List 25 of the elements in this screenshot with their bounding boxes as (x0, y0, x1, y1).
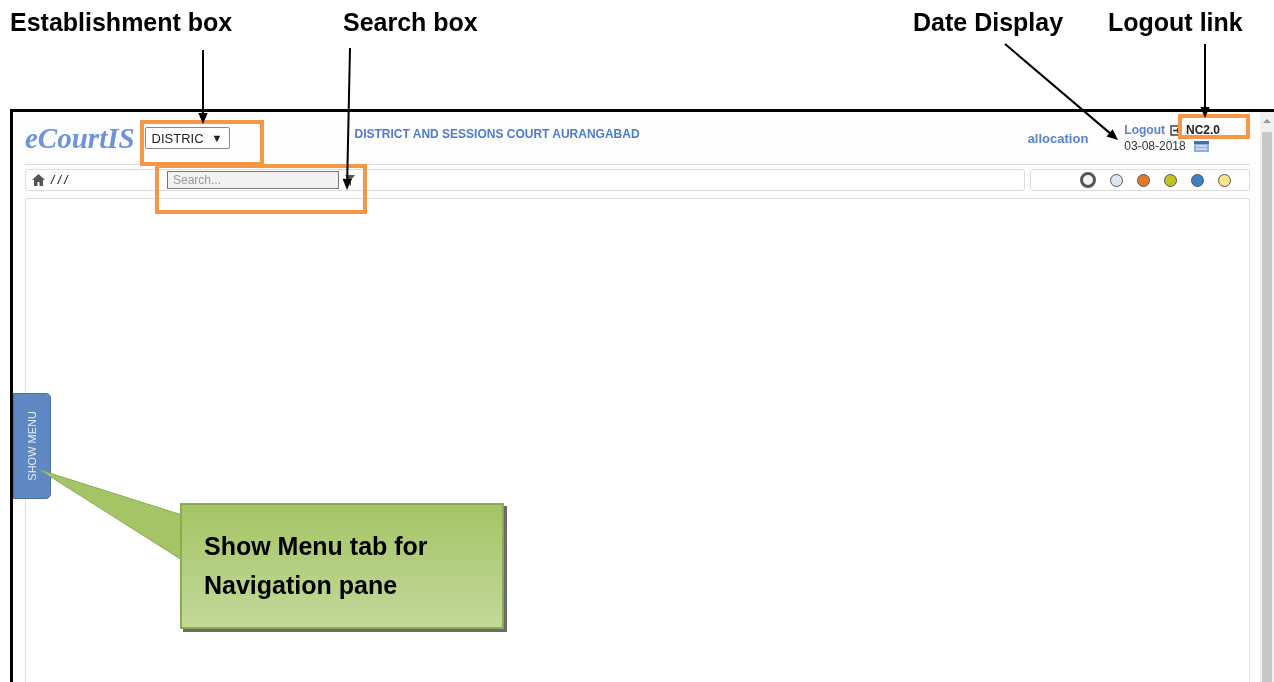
establishment-select[interactable]: DISTRIC ▼ (144, 127, 230, 149)
exit-icon (1170, 124, 1181, 136)
logout-link[interactable]: Logout (1124, 123, 1165, 137)
annotation-label: Date Display (913, 8, 1064, 37)
theme-swatch[interactable] (1218, 173, 1231, 187)
date-display: 03-08-2018 (1124, 139, 1186, 153)
court-title: DISTRICT AND SESSIONS COURT AURANGABAD (354, 127, 640, 141)
show-menu-tab[interactable]: SHOW MENU (13, 393, 51, 499)
search-field[interactable]: Search... (167, 171, 339, 189)
version-label: NC2.0 (1186, 123, 1220, 137)
theme-swatch[interactable] (1137, 173, 1150, 187)
theme-swatch[interactable] (1080, 172, 1096, 188)
module-name: allocation (1027, 130, 1089, 146)
home-icon[interactable] (32, 174, 45, 186)
calendar-icon[interactable] (1193, 140, 1209, 152)
theme-swatch[interactable] (1191, 173, 1204, 187)
highlight-frame (1178, 114, 1250, 139)
annotation-label: Establishment box (10, 8, 233, 37)
annotation-label: Logout link (1108, 8, 1243, 37)
theme-swatch[interactable] (1164, 173, 1177, 187)
logo: eCourtIS (25, 121, 135, 155)
annotation-label: Search box (343, 8, 478, 37)
callout: Show Menu tab for Navigation pane (180, 503, 504, 629)
theme-swatch[interactable] (1110, 173, 1123, 187)
breadcrumb: / / / (51, 173, 70, 187)
